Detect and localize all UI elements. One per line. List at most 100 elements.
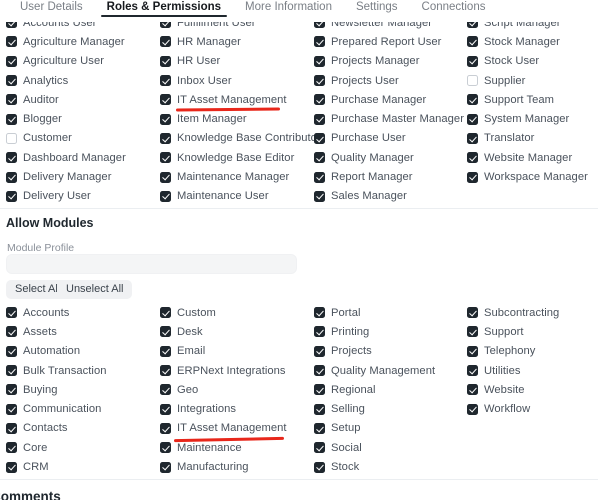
checkbox-row[interactable]: Assets xyxy=(6,322,158,341)
checkbox-row[interactable]: Bulk Transaction xyxy=(6,361,158,380)
checkbox-row[interactable]: Social xyxy=(314,438,466,457)
checkbox-checked-icon[interactable] xyxy=(6,326,17,338)
tab-user-details[interactable]: User Details xyxy=(8,0,95,17)
checkbox-checked-icon[interactable] xyxy=(314,171,325,183)
checkbox-row[interactable]: Telephony xyxy=(467,342,598,361)
checkbox-row[interactable]: Agriculture User xyxy=(6,52,158,71)
checkbox-checked-icon[interactable] xyxy=(160,132,171,144)
checkbox-checked-icon[interactable] xyxy=(160,171,171,183)
checkbox-checked-icon[interactable] xyxy=(6,461,17,473)
checkbox-checked-icon[interactable] xyxy=(160,384,171,396)
checkbox-checked-icon[interactable] xyxy=(314,345,325,357)
checkbox-row[interactable]: HR User xyxy=(160,52,312,71)
checkbox-row[interactable]: Integrations xyxy=(160,399,312,418)
checkbox-row[interactable]: Inbox User xyxy=(160,71,312,90)
checkbox-checked-icon[interactable] xyxy=(467,113,478,125)
checkbox-checked-icon[interactable] xyxy=(314,75,325,87)
checkbox-row[interactable]: Customer xyxy=(6,129,158,148)
checkbox-row[interactable]: Stock Manager xyxy=(467,32,598,51)
module-profile-input[interactable] xyxy=(6,254,297,274)
checkbox-row[interactable]: Stock xyxy=(314,457,466,476)
checkbox-row[interactable]: Purchase User xyxy=(314,129,466,148)
checkbox-checked-icon[interactable] xyxy=(6,94,17,106)
checkbox-checked-icon[interactable] xyxy=(6,365,17,377)
checkbox-row[interactable]: Item Manager xyxy=(160,109,312,128)
checkbox-row[interactable]: Blogger xyxy=(6,109,158,128)
checkbox-checked-icon[interactable] xyxy=(160,461,171,473)
checkbox-row[interactable]: Workflow xyxy=(467,399,598,418)
checkbox-row[interactable]: Automation xyxy=(6,342,158,361)
checkbox-row[interactable]: Support xyxy=(467,322,598,341)
checkbox-checked-icon[interactable] xyxy=(314,403,325,415)
checkbox-checked-icon[interactable] xyxy=(160,422,171,434)
checkbox-checked-icon[interactable] xyxy=(6,442,17,454)
checkbox-row[interactable]: CRM xyxy=(6,457,158,476)
checkbox-checked-icon[interactable] xyxy=(467,171,478,183)
checkbox-row[interactable]: Knowledge Base Contributor xyxy=(160,129,321,148)
checkbox-row[interactable]: Analytics xyxy=(6,71,158,90)
checkbox-row[interactable]: Purchase Manager xyxy=(314,90,466,109)
checkbox-checked-icon[interactable] xyxy=(314,190,325,202)
checkbox-checked-icon[interactable] xyxy=(314,384,325,396)
checkbox-row[interactable]: Utilities xyxy=(467,361,598,380)
checkbox-unchecked-icon[interactable] xyxy=(467,75,478,87)
checkbox-checked-icon[interactable] xyxy=(467,345,478,357)
checkbox-checked-icon[interactable] xyxy=(6,307,17,319)
checkbox-unchecked-icon[interactable] xyxy=(6,132,17,144)
checkbox-checked-icon[interactable] xyxy=(467,403,478,415)
checkbox-checked-icon[interactable] xyxy=(6,75,17,87)
checkbox-row[interactable]: Maintenance User xyxy=(160,187,312,206)
checkbox-checked-icon[interactable] xyxy=(314,442,325,454)
checkbox-row[interactable]: Knowledge Base Editor xyxy=(160,148,312,167)
checkbox-row[interactable]: Support Team xyxy=(467,90,598,109)
checkbox-row[interactable]: Quality Manager xyxy=(314,148,466,167)
checkbox-row[interactable]: Dashboard Manager xyxy=(6,148,158,167)
checkbox-row[interactable]: Delivery Manager xyxy=(6,167,158,186)
checkbox-checked-icon[interactable] xyxy=(314,326,325,338)
checkbox-checked-icon[interactable] xyxy=(160,36,171,48)
checkbox-row[interactable]: Subcontracting xyxy=(467,303,598,322)
checkbox-row[interactable]: Projects xyxy=(314,342,466,361)
checkbox-checked-icon[interactable] xyxy=(160,403,171,415)
checkbox-row[interactable]: Communication xyxy=(6,399,158,418)
checkbox-row[interactable]: Printing xyxy=(314,322,466,341)
tab-settings[interactable]: Settings xyxy=(344,0,410,17)
checkbox-checked-icon[interactable] xyxy=(160,326,171,338)
tab-connections[interactable]: Connections xyxy=(410,0,498,17)
checkbox-checked-icon[interactable] xyxy=(314,94,325,106)
checkbox-checked-icon[interactable] xyxy=(314,132,325,144)
checkbox-row[interactable]: Website xyxy=(467,380,598,399)
checkbox-row[interactable]: Quality Management xyxy=(314,361,466,380)
checkbox-checked-icon[interactable] xyxy=(467,365,478,377)
checkbox-row[interactable]: Regional xyxy=(314,380,466,399)
checkbox-row[interactable]: Desk xyxy=(160,322,312,341)
checkbox-checked-icon[interactable] xyxy=(160,345,171,357)
checkbox-checked-icon[interactable] xyxy=(314,55,325,67)
checkbox-checked-icon[interactable] xyxy=(467,307,478,319)
checkbox-checked-icon[interactable] xyxy=(160,55,171,67)
checkbox-checked-icon[interactable] xyxy=(467,55,478,67)
unselect-all-button[interactable]: Unselect All xyxy=(57,280,133,299)
checkbox-checked-icon[interactable] xyxy=(6,422,17,434)
checkbox-row[interactable]: Geo xyxy=(160,380,312,399)
checkbox-row[interactable]: Manufacturing xyxy=(160,457,312,476)
checkbox-row[interactable]: Maintenance Manager xyxy=(160,167,312,186)
checkbox-row[interactable]: Translator xyxy=(467,129,598,148)
checkbox-row[interactable]: Setup xyxy=(314,419,466,438)
checkbox-checked-icon[interactable] xyxy=(160,113,171,125)
checkbox-row[interactable]: System Manager xyxy=(467,109,598,128)
checkbox-row[interactable]: Custom xyxy=(160,303,312,322)
checkbox-checked-icon[interactable] xyxy=(314,307,325,319)
checkbox-row[interactable]: Accounts xyxy=(6,303,158,322)
checkbox-checked-icon[interactable] xyxy=(160,365,171,377)
checkbox-checked-icon[interactable] xyxy=(6,190,17,202)
checkbox-row[interactable]: IT Asset Management xyxy=(160,419,312,443)
checkbox-row[interactable]: Email xyxy=(160,342,312,361)
checkbox-checked-icon[interactable] xyxy=(467,152,478,164)
tab-roles-permissions[interactable]: Roles & Permissions xyxy=(95,0,233,17)
checkbox-checked-icon[interactable] xyxy=(160,75,171,87)
checkbox-checked-icon[interactable] xyxy=(6,171,17,183)
checkbox-checked-icon[interactable] xyxy=(314,461,325,473)
checkbox-checked-icon[interactable] xyxy=(6,345,17,357)
checkbox-checked-icon[interactable] xyxy=(314,36,325,48)
